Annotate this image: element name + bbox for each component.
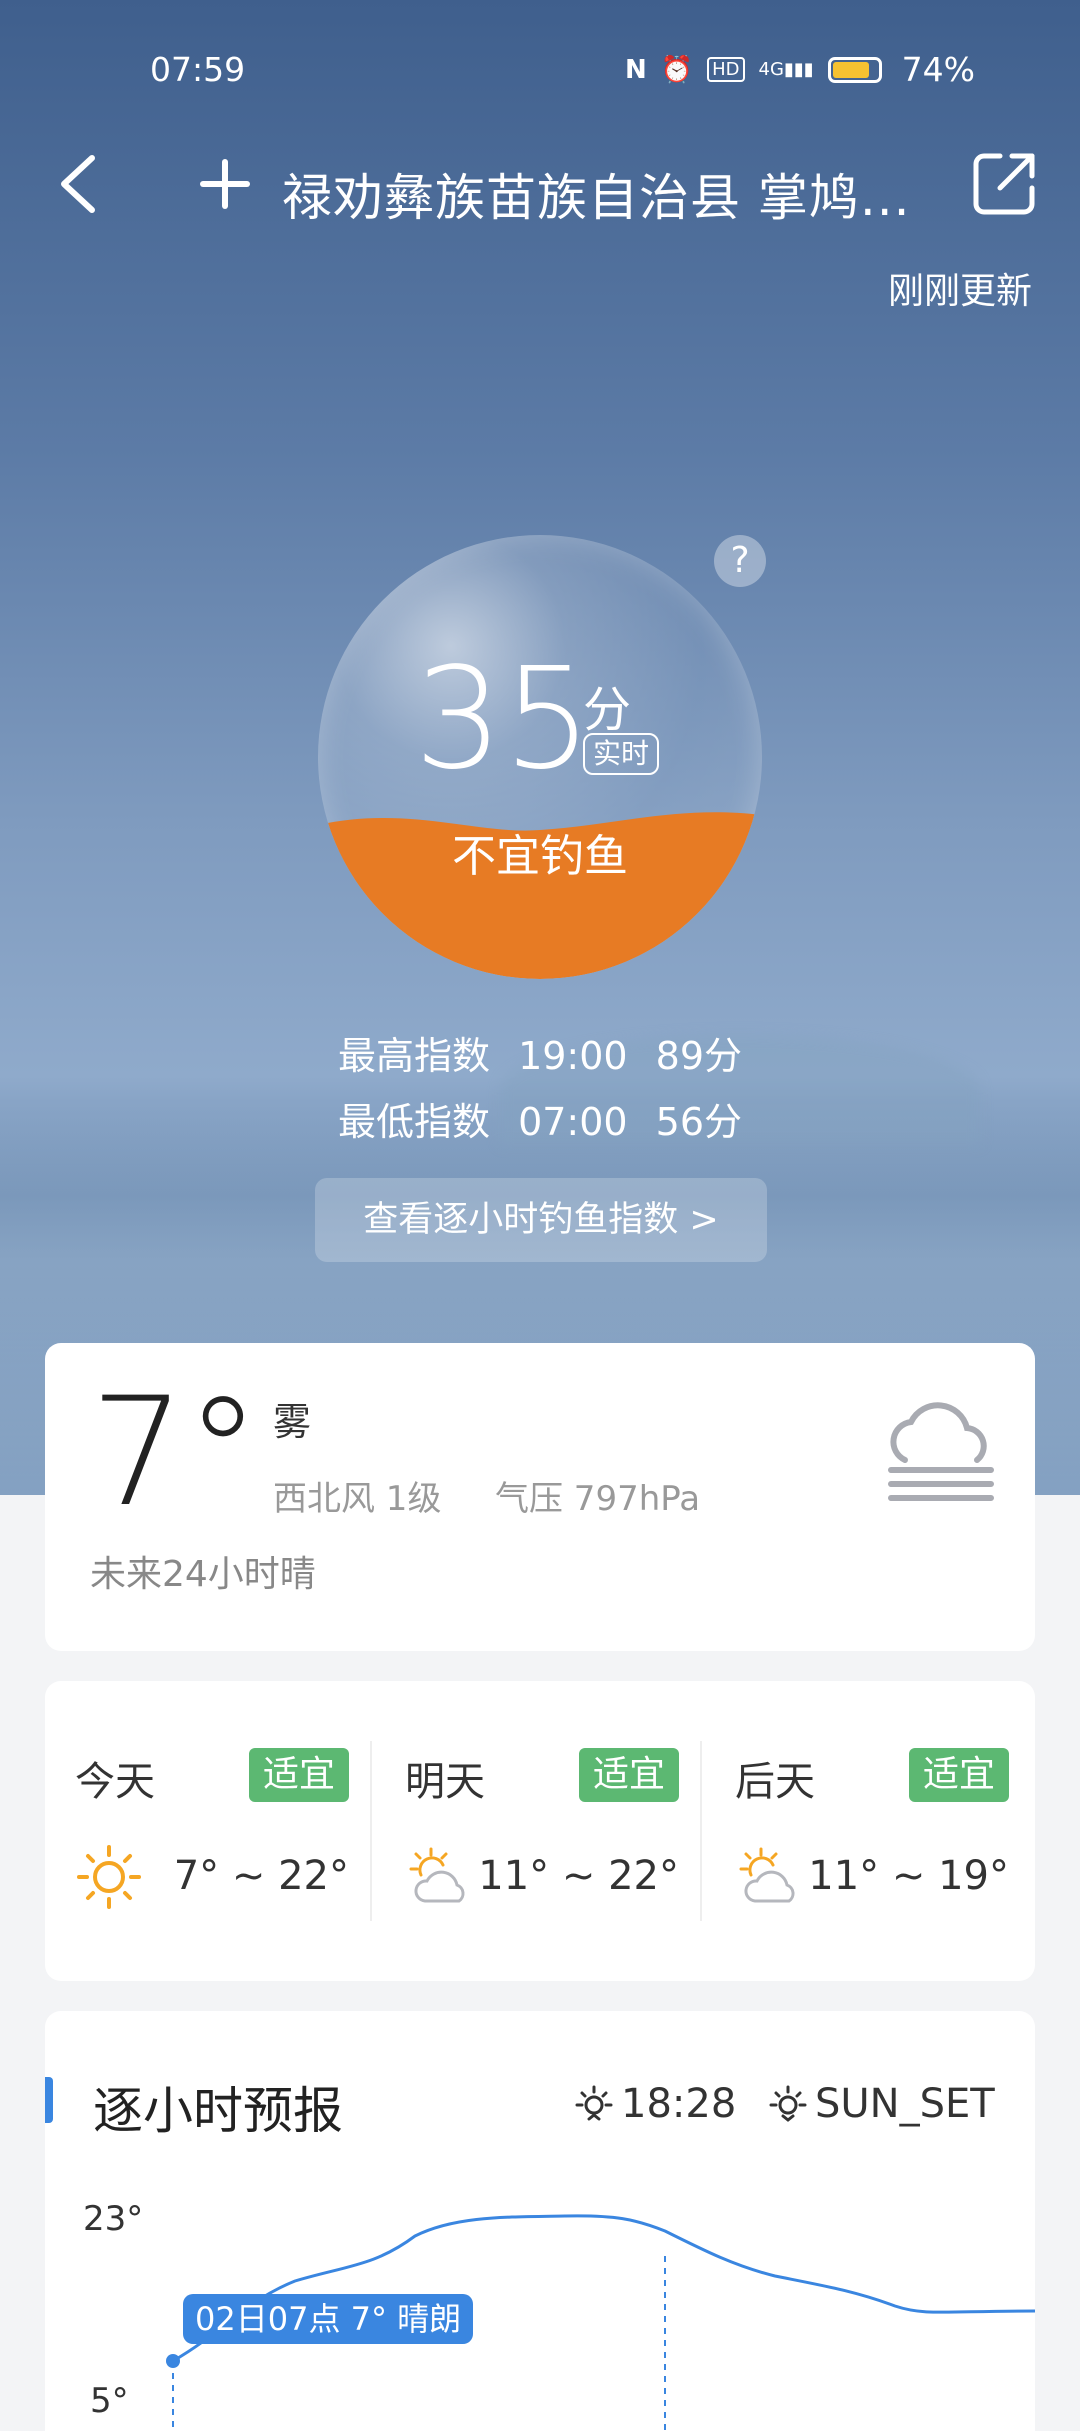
- back-icon[interactable]: [52, 152, 112, 216]
- day-after-tomorrow[interactable]: 后天 适宜 11° ~ 19°: [705, 1681, 1035, 1981]
- pressure-info: 气压 797hPa: [495, 1479, 701, 1519]
- fishing-score: 35: [414, 638, 593, 801]
- partly-cloudy-icon: [739, 1847, 795, 1903]
- fishing-verdict: 不宜钓鱼: [452, 831, 628, 882]
- day-divider: [700, 1741, 702, 1921]
- low-index-score: 56分: [655, 1100, 743, 1144]
- high-index-time: 19:00: [518, 1034, 628, 1078]
- day-name: 后天: [735, 1759, 815, 1805]
- sunrise-info: 18:28: [573, 2081, 736, 2127]
- day-divider: [370, 1741, 372, 1921]
- y-axis-min: 5°: [90, 2381, 129, 2421]
- fog-icon: [888, 1402, 994, 1501]
- wind-info: 西北风 1级: [273, 1479, 442, 1519]
- score-unit: 分: [583, 682, 632, 738]
- alarm-icon: ⏰: [660, 54, 694, 85]
- future-forecast: 未来24小时晴: [90, 1554, 316, 1595]
- temp-range: 11° ~ 22°: [478, 1853, 679, 1899]
- low-index-time: 07:00: [518, 1100, 628, 1144]
- temp-range: 11° ~ 19°: [808, 1853, 1009, 1899]
- status-icons: N ⏰ HD 4G▮▮▮ 74%: [625, 50, 975, 89]
- location-title[interactable]: 禄劝彝族苗族自治县 掌鸠...: [282, 158, 911, 230]
- share-icon[interactable]: [970, 148, 1040, 218]
- sunrise-icon: [575, 2085, 613, 2121]
- partly-cloudy-icon: [409, 1847, 465, 1903]
- hourly-forecast-card: 逐小时预报 18:28 SUN_SET 23° 02日07点 7° 晴朗 5°: [45, 2011, 1035, 2431]
- sunrise-time: 18:28: [621, 2081, 737, 2127]
- current-condition: 雾: [273, 1400, 312, 1444]
- high-index-score: 89分: [655, 1034, 743, 1078]
- suitability-badge: 适宜: [908, 1748, 1009, 1802]
- low-index-label: 最低指数: [337, 1100, 490, 1144]
- day-name: 今天: [75, 1759, 155, 1805]
- high-index-row: 最高指数 19:00 89分: [0, 1025, 1080, 1080]
- temp-range: 7° ~ 22°: [173, 1853, 349, 1899]
- add-city-icon[interactable]: [195, 152, 255, 216]
- sun-icon: [77, 1845, 141, 1909]
- high-index-label: 最高指数: [337, 1034, 490, 1078]
- sunset-info: SUN_SET: [767, 2081, 995, 2127]
- help-icon[interactable]: ?: [714, 535, 766, 587]
- current-point: [166, 2354, 180, 2368]
- day-today[interactable]: 今天 适宜 7° ~ 22°: [45, 1681, 375, 1981]
- sunset-icon: [769, 2085, 807, 2122]
- hourly-title: 逐小时预报: [93, 2082, 343, 2140]
- update-status: 刚刚更新: [887, 271, 1032, 312]
- day-name: 明天: [405, 1759, 485, 1805]
- current-weather-card[interactable]: 7° 雾 西北风 1级 气压 797hPa 未来24小时晴: [45, 1343, 1035, 1651]
- battery-percent: 74%: [901, 50, 976, 89]
- suitability-badge: 适宜: [248, 1748, 349, 1802]
- three-day-card: 今天 适宜 7° ~ 22° 明天 适宜 11° ~ 22° 后天 适宜 11°…: [45, 1681, 1035, 1981]
- status-time: 07:59: [150, 50, 246, 89]
- battery-icon: [827, 56, 882, 83]
- day-tomorrow[interactable]: 明天 适宜 11° ~ 22°: [375, 1681, 705, 1981]
- top-bar: 禄劝彝族苗族自治县 掌鸠...: [0, 140, 1080, 230]
- hourly-fishing-button[interactable]: 查看逐小时钓鱼指数 >: [315, 1178, 767, 1262]
- hd-icon: HD: [707, 57, 745, 82]
- chart-tooltip: 02日07点 7° 晴朗: [183, 2294, 474, 2344]
- realtime-badge: 实时: [583, 733, 660, 775]
- current-temp: 7°: [90, 1366, 261, 1540]
- nfc-icon: N: [625, 54, 647, 85]
- status-bar: 07:59 N ⏰ HD 4G▮▮▮ 74%: [0, 44, 1080, 94]
- section-accent-bar: [45, 2077, 53, 2123]
- suitability-badge: 适宜: [578, 1748, 679, 1802]
- sunset-time: SUN_SET: [815, 2081, 995, 2127]
- network-icon: 4G▮▮▮: [758, 59, 814, 80]
- low-index-row: 最低指数 07:00 56分: [0, 1091, 1080, 1146]
